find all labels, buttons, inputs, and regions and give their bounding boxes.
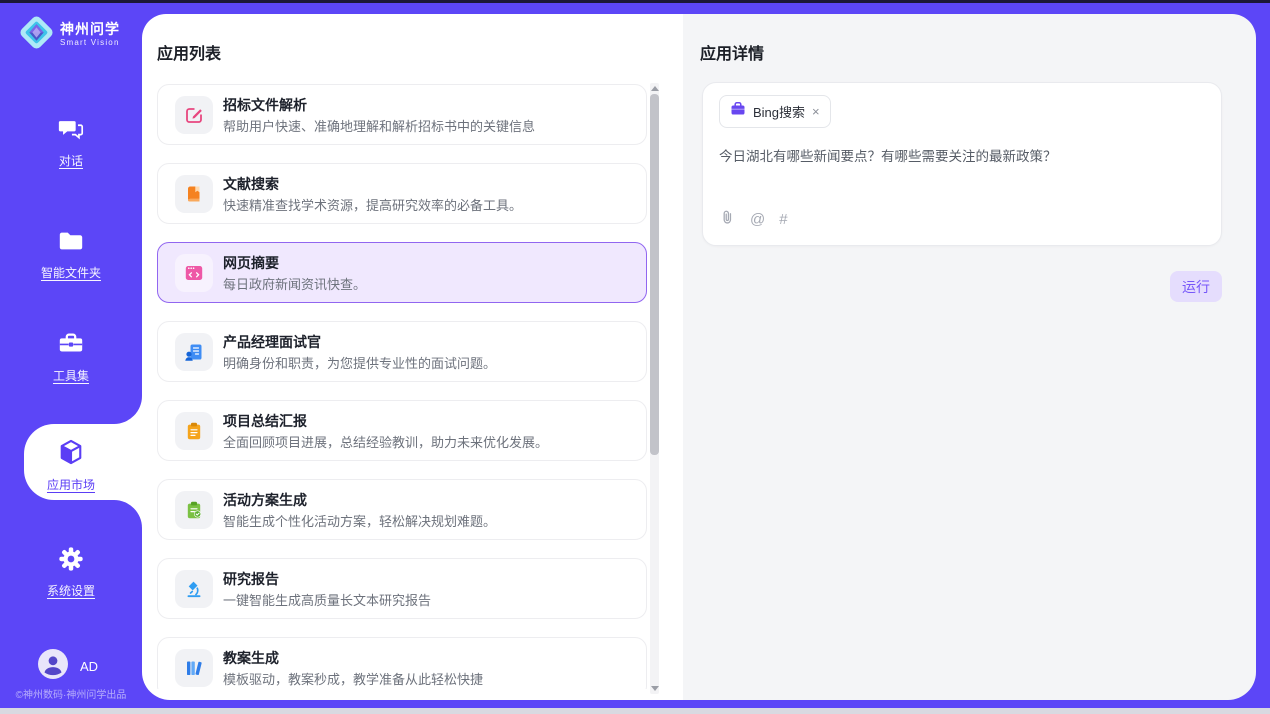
app-card-tender-analysis[interactable]: 招标文件解析 帮助用户快速、准确地理解和解析招标书中的关键信息 [157,84,647,145]
hashtag-icon[interactable]: # [779,212,787,227]
sidebar-item-label: 应用市场 [47,476,95,493]
brand-logo: 神州问学 Smart Vision [18,14,120,56]
bubble-curve-bottom [114,500,142,528]
sidebar-item-settings[interactable]: 系统设置 [0,545,142,599]
app-card-description: 帮助用户快速、准确地理解和解析招标书中的关键信息 [223,116,535,135]
gear-icon [57,545,85,578]
app-card-literature-search[interactable]: 文献搜索 快速精准查找学术资源，提高研究效率的必备工具。 [157,163,647,224]
app-card-title: 项目总结汇报 [223,411,307,431]
sidebar-item-smart-folder[interactable]: 智能文件夹 [0,227,142,281]
sidebar-item-label: 系统设置 [47,582,95,599]
attachment-icon[interactable] [719,209,736,229]
interviewer-document-icon [175,333,213,371]
app-card-description: 一键智能生成高质量长文本研究报告 [223,590,431,609]
chat-icon [57,115,85,148]
app-card-research-report[interactable]: 研究报告 一键智能生成高质量长文本研究报告 [157,558,647,619]
clipboard-check-icon [175,491,213,529]
sidebar-item-app-market[interactable]: 应用市场 [0,437,142,493]
app-card-web-summary[interactable]: 网页摘要 每日政府新闻资讯快查。 [157,242,647,303]
sidebar-item-label: 对话 [59,152,83,169]
app-list: 招标文件解析 帮助用户快速、准确地理解和解析招标书中的关键信息 文献搜索 快速精… [157,84,647,689]
app-card-title: 网页摘要 [223,253,279,273]
app-card-description: 每日政府新闻资讯快查。 [223,274,366,293]
clipboard-icon [175,412,213,450]
tool-tag-label: Bing搜索 [753,102,805,121]
folder-icon [57,227,85,260]
brand-subtitle: Smart Vision [60,39,120,48]
app-card-title: 研究报告 [223,569,279,589]
input-toolbar: @ # [719,209,788,229]
app-card-title: 活动方案生成 [223,490,307,510]
microscope-icon [175,570,213,608]
app-detail-title: 应用详情 [700,40,764,64]
app-card-description: 快速精准查找学术资源，提高研究效率的必备工具。 [223,195,522,214]
user-profile[interactable]: AD [38,649,98,684]
mention-icon[interactable]: @ [750,212,765,227]
book-icon [175,175,213,213]
sidebar-item-toolset[interactable]: 工具集 [0,330,142,384]
prompt-input[interactable]: 今日湖北有哪些新闻要点？有哪些需要关注的最新政策？ [719,145,1199,165]
app-window: 神州问学 Smart Vision 对话 智能文件夹 [0,0,1270,714]
app-card-description: 全面回顾项目进展，总结经验教训，助力未来优化发展。 [223,432,548,451]
scroll-up-arrow[interactable] [651,86,659,91]
brand-name: 神州问学 [60,22,120,37]
app-card-title: 招标文件解析 [223,95,307,115]
tag-close-icon[interactable]: × [812,105,820,118]
sidebar: 神州问学 Smart Vision 对话 智能文件夹 [0,3,142,708]
app-list-title: 应用列表 [157,40,221,64]
cube-icon [56,437,86,472]
sidebar-item-chat[interactable]: 对话 [0,115,142,169]
sidebar-item-label: 智能文件夹 [41,264,101,281]
app-card-event-plan[interactable]: 活动方案生成 智能生成个性化活动方案，轻松解决规划难题。 [157,479,647,540]
app-card-title: 教案生成 [223,648,279,668]
scrollbar-thumb[interactable] [650,94,659,455]
app-card-lesson-plan[interactable]: 教案生成 模板驱动，教案秒成，教学准备从此轻松快捷 [157,637,647,689]
sidebar-item-label: 工具集 [53,367,89,384]
toolbox-icon [57,330,85,363]
prompt-card: Bing搜索 × 今日湖北有哪些新闻要点？有哪些需要关注的最新政策？ @ # [702,82,1222,246]
run-button[interactable]: 运行 [1170,271,1222,302]
app-card-description: 明确身份和职责，为您提供专业性的面试问题。 [223,353,496,372]
list-scrollbar[interactable] [650,83,659,694]
app-card-pm-interviewer[interactable]: 产品经理面试官 明确身份和职责，为您提供专业性的面试问题。 [157,321,647,382]
books-icon [175,649,213,687]
app-card-project-summary[interactable]: 项目总结汇报 全面回顾项目进展，总结经验教训，助力未来优化发展。 [157,400,647,461]
tool-tag-bing-search: Bing搜索 × [719,95,831,128]
app-card-title: 产品经理面试官 [223,332,321,352]
window-bottom-edge [0,708,1270,714]
browser-code-icon [175,254,213,292]
avatar [38,649,68,684]
scroll-down-arrow[interactable] [651,686,659,691]
briefcase-icon [730,101,746,122]
app-list-panel: 应用列表 招标文件解析 帮助用户快速、准确地理解和解析招标书中的关键信息 [142,14,683,700]
bubble-curve-top [114,396,142,424]
app-card-description: 智能生成个性化活动方案，轻松解决规划难题。 [223,511,496,530]
app-detail-panel: 应用详情 Bing搜索 × 今日湖北有哪些新闻要点？有哪些需要关注的最新政策？ [683,14,1256,700]
app-card-title: 文献搜索 [223,174,279,194]
copyright-footer: ©神州数码·神州问学出品 [0,686,142,701]
brand-diamond-icon [18,14,55,56]
app-card-description: 模板驱动，教案秒成，教学准备从此轻松快捷 [223,669,483,688]
edit-document-icon [175,96,213,134]
user-initials: AD [80,659,98,674]
